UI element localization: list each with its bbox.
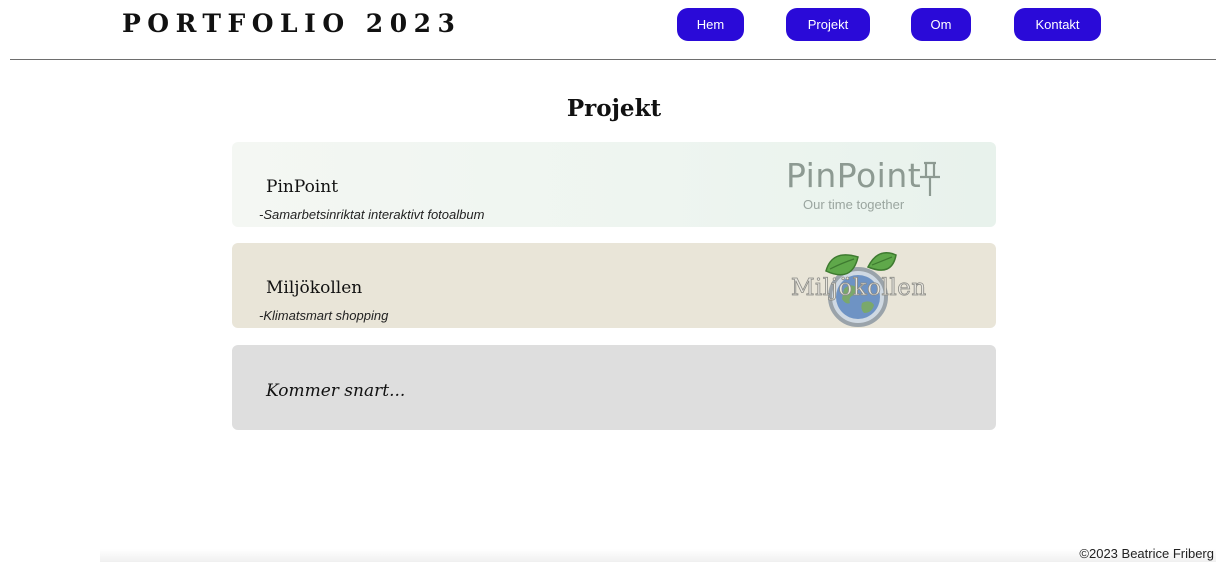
project-title: Miljökollen [266, 278, 363, 298]
footer-copyright: ©2023 Beatrice Friberg [1079, 546, 1214, 561]
nav-button-projekt[interactable]: Projekt [786, 8, 870, 41]
project-subtitle: -Klimatsmart shopping [259, 308, 389, 323]
project-card-coming-soon: Kommer snart... [232, 345, 996, 430]
nav-button-hem[interactable]: Hem [677, 8, 744, 41]
miljokollen-logo: Miljökollen [782, 245, 942, 327]
nav-button-kontakt[interactable]: Kontakt [1014, 8, 1101, 41]
pinpoint-logo-tagline: Our time together [803, 197, 905, 212]
pinpoint-logo: PinPoint Our time together [784, 156, 954, 214]
miljokollen-logo-text: Miljökollen [791, 275, 927, 302]
project-card-miljokollen[interactable]: Miljökollen -Klimatsmart shopping Miljök… [232, 243, 996, 328]
footer-bar [100, 549, 1216, 562]
nav-button-om[interactable]: Om [911, 8, 971, 41]
project-title: Kommer snart... [266, 381, 406, 401]
main-nav: Hem Projekt Om Kontakt [0, 8, 1216, 42]
project-card-pinpoint[interactable]: PinPoint -Samarbetsinriktat interaktivt … [232, 142, 996, 227]
header-divider [10, 59, 1216, 60]
project-title: PinPoint [266, 177, 339, 197]
site-header: PORTFOLIO 2023 Hem Projekt Om Kontakt [0, 0, 1216, 60]
pushpin-icon [920, 161, 940, 196]
project-subtitle: -Samarbetsinriktat interaktivt fotoalbum [259, 207, 485, 222]
page-title: Projekt [566, 95, 662, 122]
pinpoint-logo-text: PinPoint [786, 156, 922, 195]
